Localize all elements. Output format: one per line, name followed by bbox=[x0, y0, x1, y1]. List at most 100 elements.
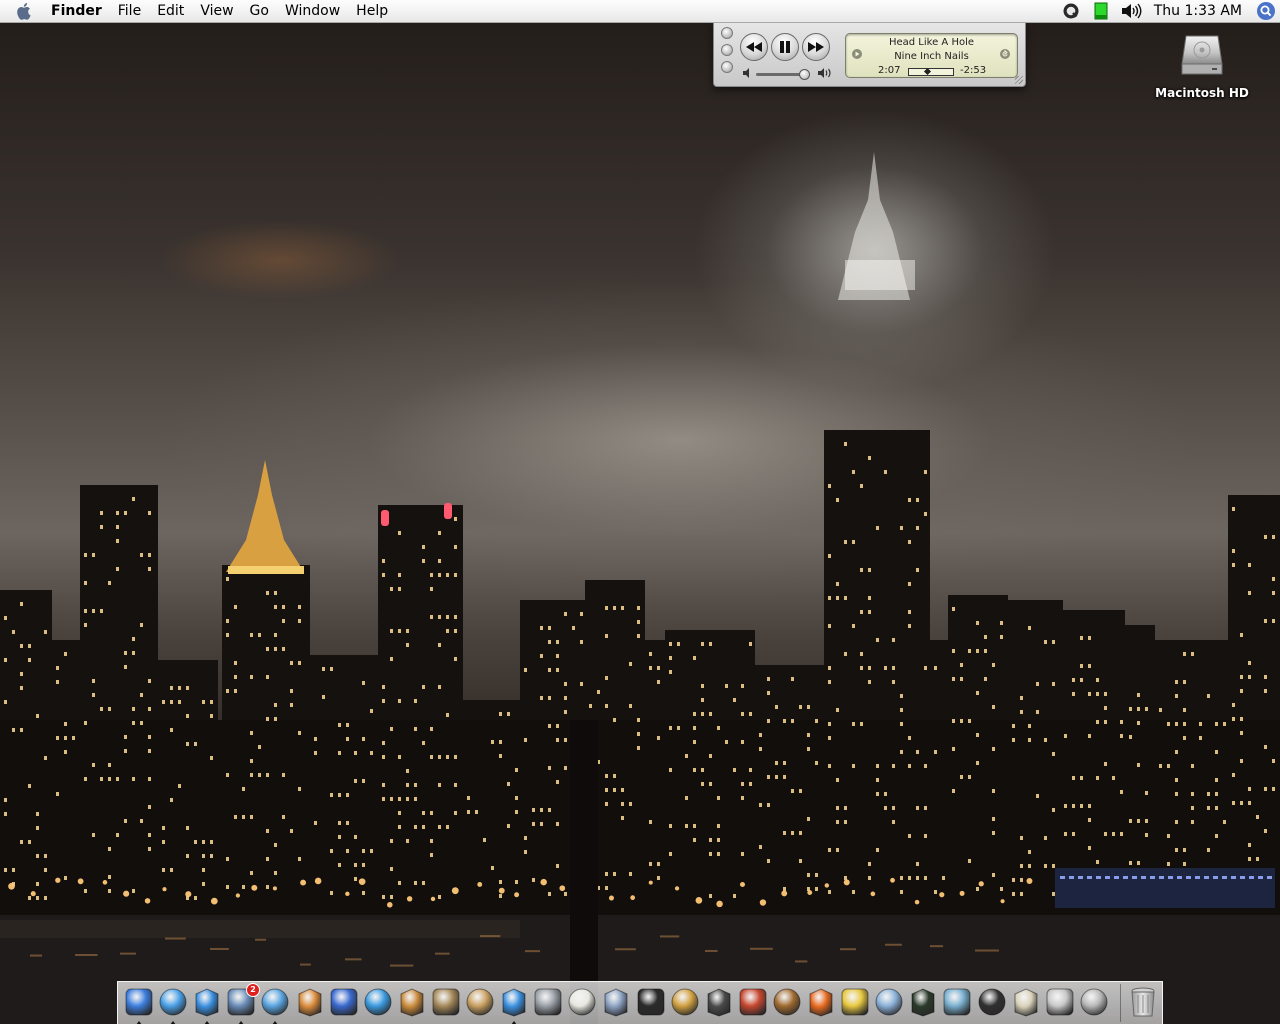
dock-item-installer[interactable] bbox=[1010, 986, 1042, 1018]
dock-item-imovie[interactable] bbox=[328, 986, 360, 1018]
volume-slider-knob[interactable] bbox=[798, 69, 810, 80]
battery-icon[interactable] bbox=[1086, 0, 1116, 22]
dock-trash[interactable] bbox=[1127, 986, 1159, 1018]
menu-go[interactable]: Go bbox=[242, 0, 277, 22]
dock-item-fish-2[interactable] bbox=[941, 986, 973, 1018]
volume-icon[interactable] bbox=[1116, 0, 1146, 22]
keychain-icon bbox=[841, 988, 869, 1016]
hard-drive-icon bbox=[1181, 35, 1223, 75]
automator-robot-icon bbox=[534, 988, 562, 1016]
song-artist: Nine Inch Nails bbox=[894, 51, 969, 62]
dock: 2 bbox=[117, 981, 1163, 1024]
dock-item-activity-monitor[interactable] bbox=[907, 986, 939, 1018]
menu-help[interactable]: Help bbox=[348, 0, 396, 22]
ships-wheel-icon bbox=[773, 988, 801, 1016]
package-icon bbox=[1014, 988, 1038, 1017]
dock-item-safari[interactable] bbox=[157, 986, 189, 1024]
dock-item-ichat[interactable] bbox=[191, 986, 223, 1024]
previous-track-button[interactable] bbox=[740, 33, 768, 61]
volume-high-icon bbox=[818, 68, 831, 78]
dock-item-itunes[interactable] bbox=[259, 986, 291, 1024]
play-status-icon bbox=[852, 49, 862, 59]
apple-menu[interactable] bbox=[0, 2, 43, 20]
guitar-icon bbox=[400, 988, 424, 1017]
trash-icon bbox=[1131, 987, 1155, 1017]
menu-app-name[interactable]: Finder bbox=[43, 0, 110, 22]
desktop-icon-label: Macintosh HD bbox=[1155, 86, 1249, 100]
dock-item-helm[interactable] bbox=[771, 986, 803, 1018]
snapback-icon[interactable] bbox=[1000, 49, 1010, 59]
quicktime-icon[interactable] bbox=[1056, 0, 1086, 22]
dock-item-x11[interactable] bbox=[976, 986, 1008, 1018]
desktop-icon-macintosh-hd[interactable]: Macintosh HD bbox=[1154, 30, 1250, 100]
imovie-clapper-icon bbox=[330, 988, 358, 1016]
menu-clock[interactable]: Thu 1:33 AM bbox=[1146, 0, 1252, 22]
minimize-button[interactable] bbox=[721, 44, 733, 56]
ichat-bubble-icon bbox=[195, 988, 219, 1017]
dock-item-system-profiler[interactable] bbox=[873, 986, 905, 1018]
time-remaining: -2:53 bbox=[960, 65, 987, 76]
dock-divider bbox=[1120, 984, 1121, 1022]
dock-item-photo-booth[interactable] bbox=[600, 986, 632, 1018]
menu-window[interactable]: Window bbox=[277, 0, 348, 22]
spotlight-icon[interactable] bbox=[1252, 0, 1280, 22]
dock-item-utilities[interactable] bbox=[1078, 986, 1110, 1018]
dock-item-disk-tool[interactable] bbox=[737, 986, 769, 1018]
zoom-button[interactable] bbox=[721, 61, 733, 73]
dock-item-network-utility[interactable] bbox=[669, 986, 701, 1018]
dock-item-idvd[interactable] bbox=[362, 986, 394, 1018]
playback-progress-bar[interactable] bbox=[908, 67, 954, 76]
dock-item-fish[interactable] bbox=[805, 986, 837, 1018]
apple-box-icon bbox=[1046, 988, 1074, 1016]
goldfish-icon bbox=[809, 988, 833, 1017]
dock-item-finder[interactable] bbox=[123, 986, 155, 1024]
mail-unread-badge: 2 bbox=[246, 983, 260, 997]
apple-logo-icon bbox=[17, 3, 31, 20]
rewind-icon bbox=[746, 42, 762, 52]
dock-item-mail[interactable]: 2 bbox=[225, 983, 260, 1024]
dock-item-activity-tool[interactable] bbox=[703, 986, 735, 1018]
next-track-button[interactable] bbox=[802, 33, 830, 61]
time-elapsed: 2:07 bbox=[878, 65, 901, 76]
dock-item-textedit[interactable] bbox=[566, 986, 598, 1018]
finder-icon bbox=[125, 988, 153, 1016]
quicktime-q-icon bbox=[502, 988, 526, 1017]
close-button[interactable] bbox=[721, 27, 733, 39]
dock-item-boot-camp[interactable] bbox=[1044, 986, 1076, 1018]
dock-item-address-book[interactable] bbox=[464, 986, 496, 1018]
itunes-mini-player[interactable]: Head Like A Hole Nine Inch Nails 2:07 -2… bbox=[713, 22, 1026, 87]
computer-icon bbox=[875, 988, 903, 1016]
dock-item-automator[interactable] bbox=[532, 986, 564, 1018]
volume-low-icon bbox=[743, 68, 749, 78]
menu-file[interactable]: File bbox=[110, 0, 149, 22]
dock-item-quicktime[interactable] bbox=[498, 986, 530, 1024]
menu-edit[interactable]: Edit bbox=[149, 0, 192, 22]
pause-icon bbox=[780, 41, 790, 53]
menu-view[interactable]: View bbox=[192, 0, 241, 22]
safari-compass-icon bbox=[159, 988, 187, 1016]
dock-item-keychain[interactable] bbox=[839, 986, 871, 1018]
activity-monitor-icon bbox=[911, 988, 935, 1017]
x11-icon bbox=[978, 988, 1006, 1016]
dock-item-iphoto[interactable] bbox=[294, 986, 326, 1018]
pencil-ruler-icon bbox=[671, 988, 699, 1016]
playhead-diamond[interactable] bbox=[923, 67, 931, 76]
dock-item-garageband[interactable] bbox=[396, 986, 428, 1018]
pause-button[interactable] bbox=[771, 33, 799, 61]
dock-item-preview[interactable] bbox=[430, 986, 462, 1018]
address-book-icon bbox=[466, 988, 494, 1016]
desktop-wallpaper bbox=[0, 0, 1280, 1024]
iphoto-icon bbox=[298, 988, 322, 1017]
test-tube-icon bbox=[1080, 988, 1108, 1016]
resize-grip[interactable] bbox=[1015, 76, 1023, 84]
idvd-disc-icon bbox=[364, 988, 392, 1016]
textedit-icon bbox=[568, 988, 596, 1016]
itunes-status-display: Head Like A Hole Nine Inch Nails 2:07 -2… bbox=[845, 33, 1018, 78]
dock-item-terminal[interactable] bbox=[635, 986, 667, 1018]
drill-icon bbox=[739, 988, 767, 1016]
film-icon bbox=[707, 988, 731, 1017]
itunes-note-icon bbox=[261, 988, 289, 1016]
city-skyline-image bbox=[0, 152, 1280, 1024]
song-title: Head Like A Hole bbox=[888, 37, 975, 48]
menu-extras: Thu 1:33 AM bbox=[1056, 0, 1280, 22]
